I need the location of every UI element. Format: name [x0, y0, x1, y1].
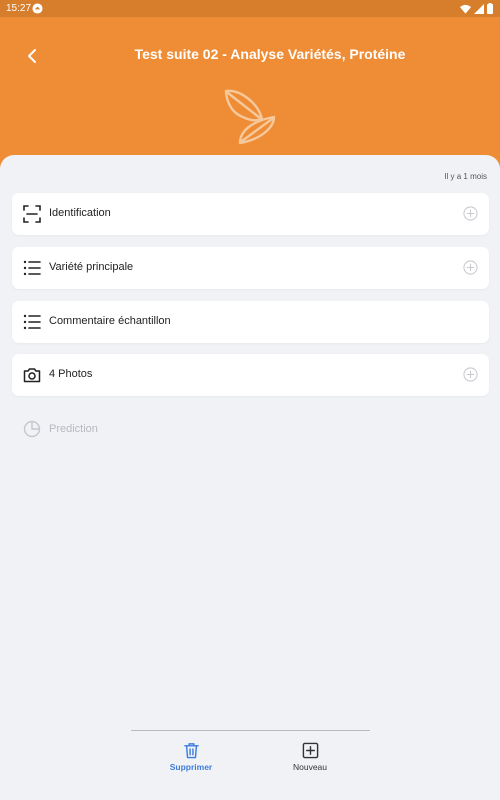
signal-icon [474, 3, 484, 14]
delete-label: Supprimer [169, 762, 213, 772]
photos-card[interactable]: 4 Photos [12, 354, 489, 396]
add-circle-icon[interactable] [463, 206, 478, 221]
prediction-label: Prediction [49, 423, 98, 435]
page-title: Test suite 02 - Analyse Variétés, Protéi… [134, 46, 406, 62]
identification-card[interactable]: Identification [12, 193, 489, 235]
add-circle-icon[interactable] [463, 367, 478, 382]
chevron-left-icon [28, 49, 36, 63]
timestamp: Il y a 1 mois [444, 172, 487, 181]
variete-principale-card[interactable]: Variété principale [12, 247, 489, 289]
seed-logo-icon [224, 89, 276, 145]
list-icon [23, 314, 41, 330]
card-label: 4 Photos [49, 368, 93, 380]
notification-icon [32, 3, 43, 14]
header: Test suite 02 - Analyse Variétés, Protéi… [0, 17, 500, 157]
back-button[interactable] [18, 42, 46, 70]
card-label: Identification [49, 207, 111, 219]
scan-icon [23, 205, 41, 223]
battery-icon [487, 3, 493, 14]
trash-icon [183, 743, 199, 759]
card-label: Variété principale [49, 261, 134, 273]
new-label: Nouveau [292, 762, 328, 772]
status-icons [460, 3, 493, 14]
status-time: 15:27 [6, 3, 32, 14]
camera-icon [23, 368, 41, 383]
content-panel: Il y a 1 mois Identification Variété pri… [0, 155, 500, 800]
add-circle-icon[interactable] [463, 260, 478, 275]
prediction-item: Prediction [12, 413, 212, 443]
card-label: Commentaire échantillon [49, 315, 171, 327]
list-icon [23, 260, 41, 276]
pie-chart-icon [23, 420, 41, 438]
delete-button[interactable]: Supprimer [151, 742, 231, 776]
plus-square-icon [302, 742, 318, 759]
wifi-icon [460, 4, 471, 14]
bottom-divider [131, 730, 370, 731]
navigation-bar [0, 792, 500, 800]
new-button[interactable]: Nouveau [270, 742, 350, 776]
status-bar: 15:27 [0, 0, 500, 17]
commentaire-echantillon-card[interactable]: Commentaire échantillon [12, 301, 489, 343]
